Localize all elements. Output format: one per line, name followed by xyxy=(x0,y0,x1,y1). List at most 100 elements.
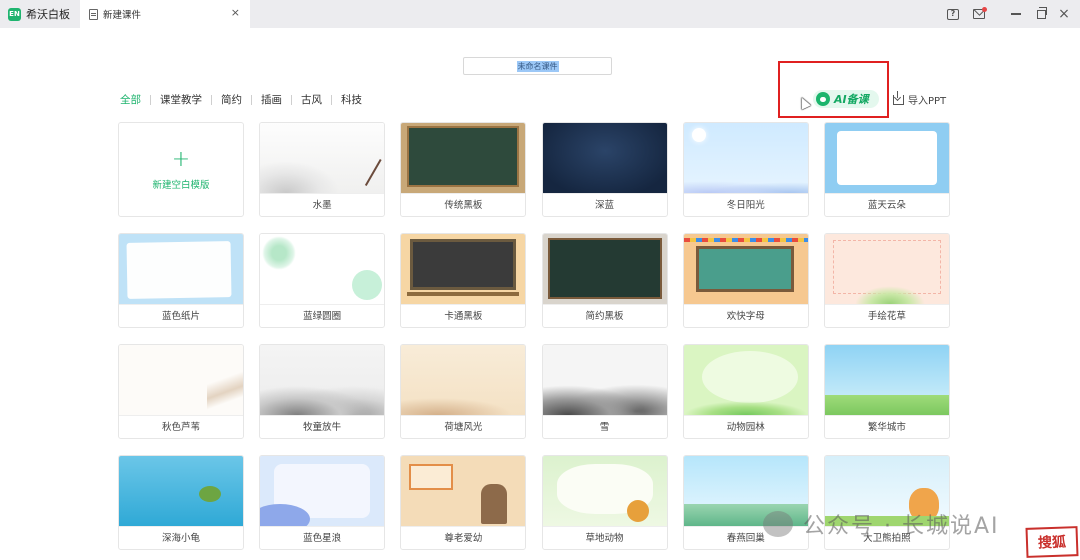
wechat-icon xyxy=(763,511,793,537)
template-thumbnail xyxy=(683,234,808,304)
template-card[interactable]: 尊老爱幼 xyxy=(400,455,527,550)
template-card[interactable]: 草地动物 xyxy=(541,455,668,550)
template-label: 简约黑板 xyxy=(542,304,667,327)
template-thumbnail xyxy=(260,345,385,415)
maximize-icon xyxy=(1036,6,1047,19)
divider xyxy=(150,94,151,105)
template-label: 动物园林 xyxy=(683,415,808,438)
template-card[interactable]: 冬日阳光 xyxy=(682,122,809,217)
template-label: 传统黑板 xyxy=(401,193,526,216)
template-label: 深蓝 xyxy=(542,193,667,216)
template-thumbnail xyxy=(401,456,526,526)
template-thumbnail xyxy=(683,345,808,415)
template-label: 秋色芦苇 xyxy=(119,415,243,438)
template-label: 深海小龟 xyxy=(119,526,243,549)
template-thumbnail xyxy=(260,456,385,526)
template-thumbnail xyxy=(401,123,526,193)
tab-close-icon[interactable]: × xyxy=(231,6,240,19)
template-card[interactable]: 繁华城市 xyxy=(823,344,950,439)
ai-prepare-button[interactable]: AI备课 xyxy=(813,90,879,108)
minimize-icon xyxy=(1011,13,1021,15)
template-label: 水墨 xyxy=(260,193,385,216)
minimize-button[interactable] xyxy=(1006,4,1026,24)
template-label: 牧童放牛 xyxy=(260,415,385,438)
template-label: 雪 xyxy=(542,415,667,438)
template-card[interactable]: 荷塘风光 xyxy=(400,344,527,439)
watermark-text: 公众号 · 长城说AI xyxy=(803,514,1000,539)
template-card[interactable]: 欢快字母 xyxy=(682,233,809,328)
divider xyxy=(251,94,252,105)
courseware-title-value: 未命名课件 xyxy=(516,60,559,72)
title-bar: EN 希沃白板 新建课件 × ? × xyxy=(0,0,1080,28)
template-card[interactable]: 秋色芦苇 xyxy=(118,344,244,439)
app-logo-icon: EN xyxy=(8,7,21,21)
template-card[interactable]: 动物园林 xyxy=(682,344,809,439)
template-card[interactable]: 牧童放牛 xyxy=(259,344,386,439)
new-blank-template-card[interactable]: + 新建空白模版 xyxy=(118,122,244,217)
template-label: 蓝色纸片 xyxy=(119,304,243,327)
template-label: 尊老爱幼 xyxy=(401,526,526,549)
template-card[interactable]: 蓝天云朵 xyxy=(823,122,950,217)
template-label: 繁华城市 xyxy=(824,415,949,438)
template-card[interactable]: 蓝绿圆圈 xyxy=(259,233,386,328)
template-card[interactable]: 深海小龟 xyxy=(118,455,244,550)
divider xyxy=(331,94,332,105)
template-card[interactable]: 水墨 xyxy=(259,122,386,217)
notification-dot xyxy=(982,7,987,12)
template-thumbnail xyxy=(401,234,526,304)
template-thumbnail xyxy=(683,123,808,193)
help-button[interactable]: ? xyxy=(943,4,963,24)
template-thumbnail xyxy=(824,345,949,415)
template-card[interactable]: 雪 xyxy=(541,344,668,439)
maximize-button[interactable] xyxy=(1031,4,1051,24)
template-card[interactable]: 简约黑板 xyxy=(541,233,668,328)
template-thumbnail xyxy=(119,456,243,526)
template-label: 冬日阳光 xyxy=(683,193,808,216)
category-filters: 全部 课堂教学 简约 插画 古风 科技 xyxy=(119,92,363,107)
template-label: 蓝色星浪 xyxy=(260,526,385,549)
template-thumbnail xyxy=(260,234,385,304)
template-card[interactable]: 蓝色星浪 xyxy=(259,455,386,550)
app-tab[interactable]: EN 希沃白板 xyxy=(0,0,78,28)
filter-simple[interactable]: 简约 xyxy=(220,92,243,107)
plus-icon: + xyxy=(171,146,191,172)
template-thumbnail xyxy=(401,345,526,415)
courseware-title-input[interactable]: 未命名课件 xyxy=(463,57,612,75)
template-thumbnail xyxy=(260,123,385,193)
new-blank-label: 新建空白模版 xyxy=(152,179,210,191)
template-card[interactable]: 传统黑板 xyxy=(400,122,527,217)
template-label: 荷塘风光 xyxy=(401,415,526,438)
divider xyxy=(211,94,212,105)
template-card[interactable]: 蓝色纸片 xyxy=(118,233,244,328)
template-label: 卡通黑板 xyxy=(401,304,526,327)
template-thumbnail xyxy=(824,234,949,304)
messages-button[interactable] xyxy=(969,4,989,24)
template-thumbnail xyxy=(542,345,667,415)
template-label: 蓝绿圆圈 xyxy=(260,304,385,327)
divider xyxy=(291,94,292,105)
tab-new-courseware[interactable]: 新建课件 × xyxy=(80,0,250,28)
document-icon xyxy=(89,8,98,20)
tab-title: 新建课件 xyxy=(103,10,142,21)
filter-all[interactable]: 全部 xyxy=(119,92,142,107)
template-thumbnail xyxy=(542,123,667,193)
filter-classroom[interactable]: 课堂教学 xyxy=(159,92,203,107)
filter-tech[interactable]: 科技 xyxy=(340,92,363,107)
template-thumbnail xyxy=(542,456,667,526)
template-label: 蓝天云朵 xyxy=(824,193,949,216)
ai-chat-icon xyxy=(816,92,830,106)
app-name: 希沃白板 xyxy=(26,8,70,21)
filter-illustration[interactable]: 插画 xyxy=(260,92,283,107)
template-card[interactable]: 卡通黑板 xyxy=(400,233,527,328)
template-card[interactable]: 深蓝 xyxy=(541,122,668,217)
import-icon xyxy=(893,90,904,105)
close-window-button[interactable]: × xyxy=(1054,4,1074,24)
template-grid: + 新建空白模版 水墨 传统黑板 深蓝 冬日阳光 蓝天云朵 蓝色纸片 蓝绿圆圈 … xyxy=(118,122,951,550)
filter-ancient[interactable]: 古风 xyxy=(300,92,323,107)
template-thumbnail xyxy=(542,234,667,304)
import-ppt-button[interactable]: 导入PPT xyxy=(893,90,946,107)
ai-prepare-label: AI备课 xyxy=(834,93,869,106)
template-card[interactable]: 手绘花草 xyxy=(823,233,950,328)
template-thumbnail xyxy=(119,345,243,415)
site-stamp: 搜狐 xyxy=(1025,526,1079,558)
